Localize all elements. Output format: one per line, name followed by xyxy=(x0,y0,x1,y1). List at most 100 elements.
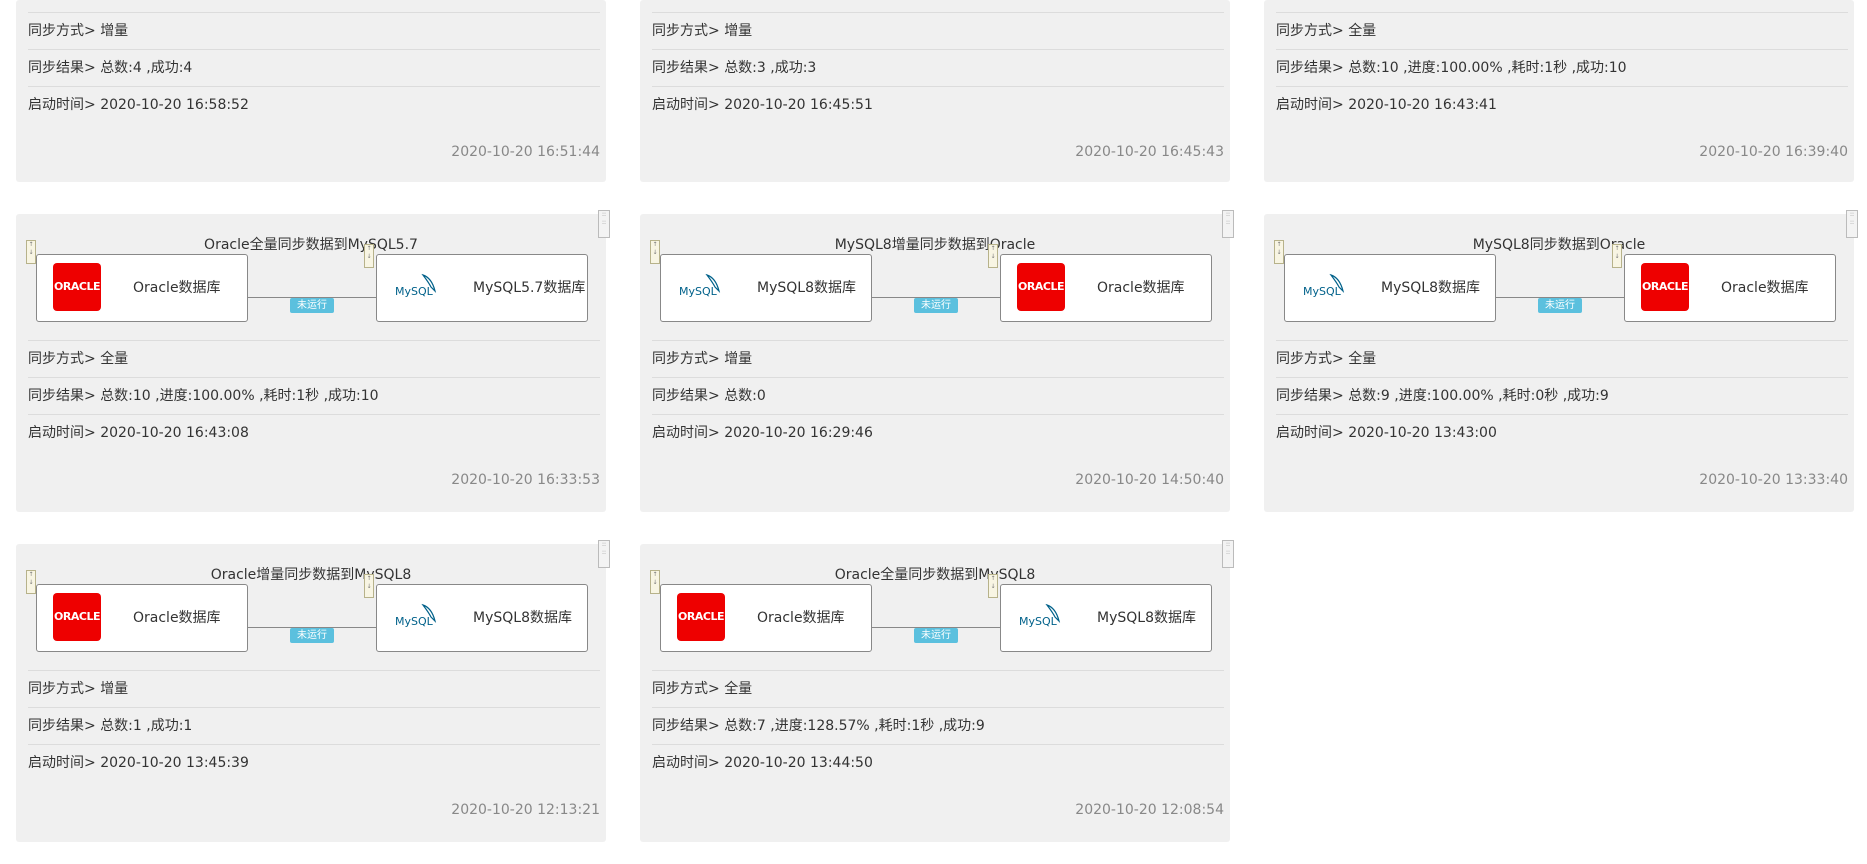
target-node[interactable]: ORACLE Oracle数据库 xyxy=(1000,254,1212,322)
target-node[interactable]: MySQL MySQL8数据库 xyxy=(1000,584,1212,652)
source-name: Oracle数据库 xyxy=(133,610,221,626)
mysql-logo-icon: MySQL xyxy=(393,593,441,641)
mysql-logo-icon: MySQL xyxy=(677,263,725,311)
status-badge: 未运行 xyxy=(290,628,334,643)
target-pin[interactable]: ↑ ↓ xyxy=(988,574,998,598)
task-card[interactable]: :::: Oracle全量同步数据到MySQL8 ↑ ↓ ORACLE Oracl… xyxy=(640,540,1234,842)
sync-result-value: 总数:4 ,成功:4 xyxy=(100,60,193,76)
sync-result-value: 总数:7 ,进度:128.57% ,耗时:1秒 ,成功:9 xyxy=(724,718,985,734)
source-pin[interactable]: ↑ ↓ xyxy=(650,570,660,594)
svg-text:MySQL: MySQL xyxy=(679,285,718,298)
start-time-value: 2020-10-20 13:43:00 xyxy=(1348,425,1497,441)
sync-mode-row: 同步方式> 增量 xyxy=(28,12,600,50)
sync-result-row: 同步结果> 总数:10 ,进度:100.00% ,耗时:1秒 ,成功:10 xyxy=(1276,49,1848,87)
source-name: Oracle数据库 xyxy=(133,280,221,296)
svg-text:MySQL: MySQL xyxy=(395,285,434,298)
oracle-logo-icon: ORACLE xyxy=(53,593,101,641)
sync-mode-value: 全量 xyxy=(724,681,753,697)
task-title: Oracle全量同步数据到MySQL5.7 xyxy=(204,237,418,253)
mysql-logo-icon: MySQL xyxy=(1301,263,1349,311)
start-time-value: 2020-10-20 16:58:52 xyxy=(100,97,249,113)
target-name: Oracle数据库 xyxy=(1721,280,1809,296)
mysql-logo-icon: MySQL xyxy=(1017,593,1065,641)
target-name: Oracle数据库 xyxy=(1097,280,1185,296)
oracle-logo-icon: ORACLE xyxy=(1017,263,1065,311)
target-name: MySQL8数据库 xyxy=(1097,610,1196,626)
task-title: Oracle全量同步数据到MySQL8 xyxy=(834,567,1036,583)
oracle-logo-icon: ORACLE xyxy=(677,593,725,641)
start-time-row: 启动时间> 2020-10-20 16:43:08 xyxy=(28,414,600,452)
sync-result-row: 同步结果> 总数:3 ,成功:3 xyxy=(652,49,1224,87)
sync-result-row: 同步结果> 总数:9 ,进度:100.00% ,耗时:0秒 ,成功:9 xyxy=(1276,377,1848,415)
sync-mode-value: 全量 xyxy=(1348,351,1377,367)
card-timestamp: 2020-10-20 16:51:44 xyxy=(451,144,600,160)
sync-mode-value: 增量 xyxy=(100,681,129,697)
target-node[interactable]: ORACLE Oracle数据库 xyxy=(1624,254,1836,322)
sync-result-value: 总数:10 ,进度:100.00% ,耗时:1秒 ,成功:10 xyxy=(100,388,379,404)
source-node[interactable]: ORACLE Oracle数据库 xyxy=(660,584,872,652)
sync-mode-value: 增量 xyxy=(724,351,753,367)
oracle-logo-icon: ORACLE xyxy=(53,263,101,311)
sync-result-row: 同步结果> 总数:4 ,成功:4 xyxy=(28,49,600,87)
sync-mode-value: 全量 xyxy=(1348,23,1377,39)
sync-mode-row: 同步方式> 增量 xyxy=(28,670,600,708)
target-pin[interactable]: ↑ ↓ xyxy=(364,574,374,598)
status-badge: 未运行 xyxy=(914,298,958,313)
target-pin[interactable]: ↑ ↓ xyxy=(1612,244,1622,268)
source-node[interactable]: ORACLE Oracle数据库 xyxy=(36,584,248,652)
card-timestamp: 2020-10-20 16:33:53 xyxy=(451,472,600,488)
source-pin[interactable]: ↑ ↓ xyxy=(26,240,36,264)
card-timestamp: 2020-10-20 12:08:54 xyxy=(1075,802,1224,818)
source-node[interactable]: ORACLE Oracle数据库 xyxy=(36,254,248,322)
svg-text:MySQL: MySQL xyxy=(1019,615,1058,628)
svg-text:MySQL: MySQL xyxy=(395,615,434,628)
start-time-row: 启动时间> 2020-10-20 16:43:41 xyxy=(1276,86,1848,124)
sync-mode-row: 同步方式> 增量 xyxy=(652,12,1224,50)
start-time-row: 启动时间> 2020-10-20 13:45:39 xyxy=(28,744,600,782)
task-title: MySQL8同步数据到Oracle xyxy=(1472,237,1646,253)
sync-result-value: 总数:1 ,成功:1 xyxy=(100,718,193,734)
status-badge: 未运行 xyxy=(290,298,334,313)
sync-mode-value: 全量 xyxy=(100,351,129,367)
sync-mode-row: 同步方式> 增量 xyxy=(652,340,1224,378)
sync-mode-row: 同步方式> 全量 xyxy=(28,340,600,378)
source-node[interactable]: MySQL MySQL8数据库 xyxy=(1284,254,1496,322)
sync-result-row: 同步结果> 总数:10 ,进度:100.00% ,耗时:1秒 ,成功:10 xyxy=(28,377,600,415)
start-time-row: 启动时间> 2020-10-20 16:58:52 xyxy=(28,86,600,124)
start-time-value: 2020-10-20 16:43:08 xyxy=(100,425,249,441)
start-time-row: 启动时间> 2020-10-20 16:45:51 xyxy=(652,86,1224,124)
oracle-logo-icon: ORACLE xyxy=(1641,263,1689,311)
task-card[interactable]: :::: MySQL8增量同步数据到Oracle ↑ ↓ MySQL MySQL8… xyxy=(640,210,1234,512)
target-node[interactable]: MySQL MySQL5.7数据库 xyxy=(376,254,588,322)
source-pin[interactable]: ↑ ↓ xyxy=(650,240,660,264)
start-time-value: 2020-10-20 16:29:46 xyxy=(724,425,873,441)
target-pin[interactable]: ↑ ↓ xyxy=(988,244,998,268)
source-name: Oracle数据库 xyxy=(757,610,845,626)
task-card[interactable]: :::: MySQL8同步数据到Oracle ↑ ↓ MySQL MySQL8数据… xyxy=(1264,210,1858,512)
task-card[interactable]: 同步方式> 增量 同步结果> 总数:3 ,成功:3 启动时间> 2020-10-… xyxy=(640,0,1230,182)
target-node[interactable]: MySQL MySQL8数据库 xyxy=(376,584,588,652)
source-name: MySQL8数据库 xyxy=(757,280,856,296)
start-time-row: 启动时间> 2020-10-20 13:44:50 xyxy=(652,744,1224,782)
source-name: MySQL8数据库 xyxy=(1381,280,1480,296)
task-card[interactable]: 同步方式> 全量 同步结果> 总数:10 ,进度:100.00% ,耗时:1秒 … xyxy=(1264,0,1854,182)
target-name: MySQL8数据库 xyxy=(473,610,572,626)
task-card[interactable]: :::: Oracle增量同步数据到MySQL8 ↑ ↓ ORACLE Oracl… xyxy=(16,540,610,842)
card-timestamp: 2020-10-20 16:39:40 xyxy=(1699,144,1848,160)
source-node[interactable]: MySQL MySQL8数据库 xyxy=(660,254,872,322)
source-pin[interactable]: ↑ ↓ xyxy=(26,570,36,594)
sync-result-value: 总数:0 xyxy=(724,388,766,404)
sync-result-value: 总数:9 ,进度:100.00% ,耗时:0秒 ,成功:9 xyxy=(1348,388,1609,404)
card-timestamp: 2020-10-20 12:13:21 xyxy=(451,802,600,818)
mysql-logo-icon: MySQL xyxy=(393,263,441,311)
target-pin[interactable]: ↑ ↓ xyxy=(364,244,374,268)
sync-mode-value: 增量 xyxy=(724,23,753,39)
sync-result-row: 同步结果> 总数:0 xyxy=(652,377,1224,415)
card-timestamp: 2020-10-20 13:33:40 xyxy=(1699,472,1848,488)
start-time-value: 2020-10-20 13:45:39 xyxy=(100,755,249,771)
source-pin[interactable]: ↑ ↓ xyxy=(1274,240,1284,264)
sync-result-value: 总数:3 ,成功:3 xyxy=(724,60,817,76)
task-title: Oracle增量同步数据到MySQL8 xyxy=(210,567,412,583)
task-card[interactable]: 同步方式> 增量 同步结果> 总数:4 ,成功:4 启动时间> 2020-10-… xyxy=(16,0,606,182)
task-card[interactable]: :::: Oracle全量同步数据到MySQL5.7 ↑ ↓ ORACLE Ora… xyxy=(16,210,610,512)
